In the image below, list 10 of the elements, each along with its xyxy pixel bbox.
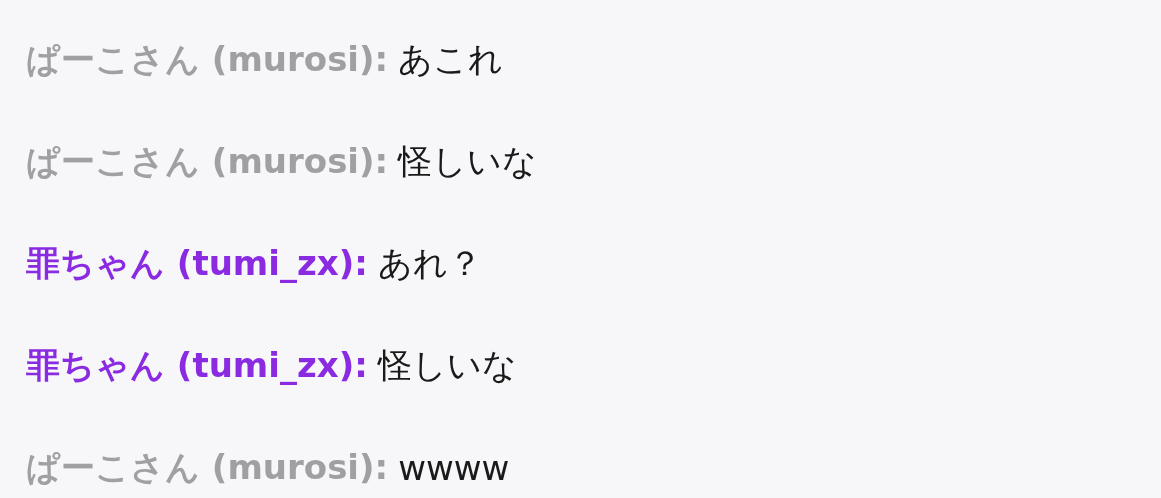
chat-username: ぱーこさん (murosi):: [26, 446, 389, 489]
chat-message-text: 怪しいな: [377, 344, 517, 387]
chat-message-text: 怪しいな: [398, 140, 538, 183]
chat-username: ぱーこさん (murosi):: [26, 140, 389, 183]
chat-message-text: wwww: [398, 448, 510, 488]
chat-username: ぱーこさん (murosi):: [26, 38, 389, 81]
chat-message-text: あれ？: [377, 242, 482, 285]
chat-message-text: あこれ: [398, 38, 504, 81]
chat-username: 罪ちゃん (tumi_zx):: [26, 344, 368, 387]
chat-username: 罪ちゃん (tumi_zx):: [26, 242, 368, 285]
